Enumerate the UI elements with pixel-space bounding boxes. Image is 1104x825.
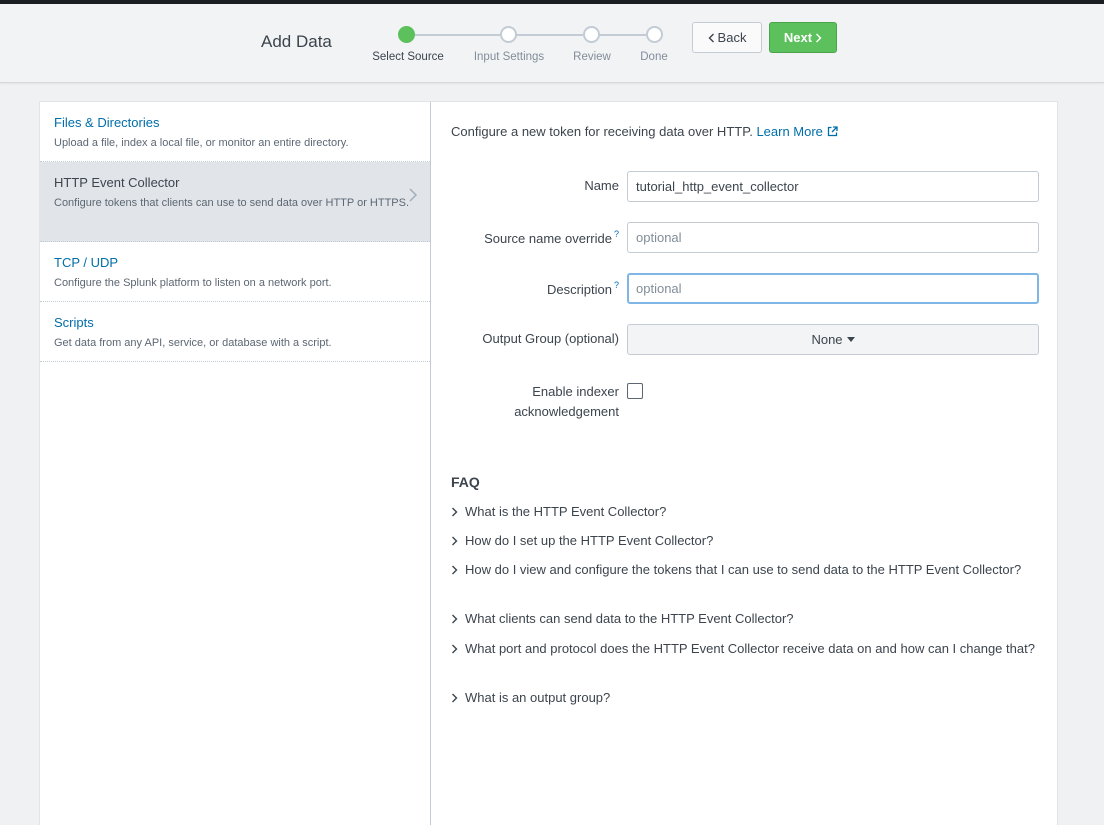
step-label-review: Review: [573, 51, 611, 63]
external-link-icon: [827, 126, 838, 137]
source-description: Configure the Splunk platform to listen …: [54, 277, 332, 289]
source-name-override-label-text: Source name override: [484, 231, 612, 246]
chevron-left-icon: [708, 33, 714, 42]
add-data-panel: Files & Directories Upload a file, index…: [39, 101, 1058, 825]
source-title: HTTP Event Collector: [54, 175, 180, 190]
caret-down-icon: [846, 337, 855, 342]
output-group-select[interactable]: None: [627, 324, 1039, 355]
step-dot-done: [646, 26, 663, 43]
faq-question: What is the HTTP Event Collector?: [465, 504, 667, 519]
step-label-input-settings: Input Settings: [473, 51, 545, 63]
back-button-label: Back: [717, 30, 747, 45]
faq-item[interactable]: What clients can send data to the HTTP E…: [451, 609, 1041, 629]
intro-text: Configure a new token for receiving data…: [451, 124, 753, 139]
source-name-override-field[interactable]: [627, 222, 1039, 253]
chevron-right-icon: [452, 565, 458, 575]
chevron-right-icon: [452, 614, 458, 624]
learn-more-label: Learn More: [756, 124, 823, 139]
indexer-ack-label-line2: acknowledgement: [514, 404, 619, 419]
faq-question: How do I view and configure the tokens t…: [465, 562, 1022, 577]
next-button[interactable]: Next: [769, 22, 837, 53]
step-connector: [414, 34, 500, 36]
name-label: Name: [584, 178, 619, 193]
faq-question: How do I set up the HTTP Event Collector…: [465, 533, 714, 548]
source-name-override-label: Source name override?: [484, 229, 619, 246]
faq-item[interactable]: How do I set up the HTTP Event Collector…: [451, 531, 1041, 551]
step-connector: [599, 34, 646, 36]
indexer-ack-checkbox[interactable]: [627, 383, 643, 399]
form-intro: Configure a new token for receiving data…: [451, 124, 838, 139]
source-description: Configure tokens that clients can use to…: [54, 197, 410, 209]
description-field[interactable]: [627, 273, 1039, 304]
output-group-value: None: [811, 332, 843, 347]
faq-question: What port and protocol does the HTTP Eve…: [465, 641, 1035, 656]
chevron-right-icon: [452, 644, 458, 654]
help-icon[interactable]: ?: [614, 229, 619, 239]
step-dot-select-source: [398, 26, 415, 43]
back-button[interactable]: Back: [692, 22, 762, 53]
chevron-right-icon: [409, 188, 418, 202]
step-label-select-source: Select Source: [372, 51, 444, 63]
next-button-label: Next: [783, 30, 813, 45]
faq-question: What clients can send data to the HTTP E…: [465, 611, 794, 626]
indexer-ack-label-line1: Enable indexer: [532, 384, 619, 399]
output-group-label: Output Group (optional): [482, 331, 619, 346]
source-item-files-directories[interactable]: Files & Directories Upload a file, index…: [40, 102, 430, 162]
faq-question: What is an output group?: [465, 690, 611, 705]
name-field[interactable]: [627, 171, 1039, 202]
help-icon[interactable]: ?: [614, 280, 619, 290]
description-label: Description?: [547, 280, 619, 297]
source-description: Upload a file, index a local file, or mo…: [54, 137, 349, 149]
indexer-ack-label: Enable indexer acknowledgement: [514, 382, 619, 422]
source-item-scripts[interactable]: Scripts Get data from any API, service, …: [40, 302, 430, 362]
header: Add Data Select Source Input Settings Re…: [0, 4, 1104, 83]
source-item-http-event-collector[interactable]: HTTP Event Collector Configure tokens th…: [40, 162, 430, 242]
source-list: Files & Directories Upload a file, index…: [40, 102, 431, 825]
source-title: Scripts: [54, 315, 94, 330]
source-description: Get data from any API, service, or datab…: [54, 337, 332, 349]
step-label-done: Done: [640, 51, 668, 63]
faq-item[interactable]: What is the HTTP Event Collector?: [451, 502, 1041, 522]
source-title: Files & Directories: [54, 115, 160, 130]
faq-item[interactable]: What port and protocol does the HTTP Eve…: [451, 639, 1041, 659]
chevron-right-icon: [452, 507, 458, 517]
faq-item[interactable]: How do I view and configure the tokens t…: [451, 560, 1041, 580]
faq-title: FAQ: [451, 474, 480, 490]
chevron-right-icon: [816, 33, 822, 42]
faq-item[interactable]: What is an output group?: [451, 688, 1041, 708]
description-label-text: Description: [546, 282, 612, 297]
chevron-right-icon: [452, 693, 458, 703]
http-event-collector-form: Configure a new token for receiving data…: [432, 102, 1059, 825]
learn-more-link[interactable]: Learn More: [756, 124, 838, 139]
source-title: TCP / UDP: [54, 255, 119, 270]
source-item-tcp-udp[interactable]: TCP / UDP Configure the Splunk platform …: [40, 242, 430, 302]
step-dot-review: [583, 26, 600, 43]
page-title: Add Data: [261, 32, 332, 51]
chevron-right-icon: [452, 536, 458, 546]
step-dot-input-settings: [500, 26, 517, 43]
step-connector: [516, 34, 583, 36]
